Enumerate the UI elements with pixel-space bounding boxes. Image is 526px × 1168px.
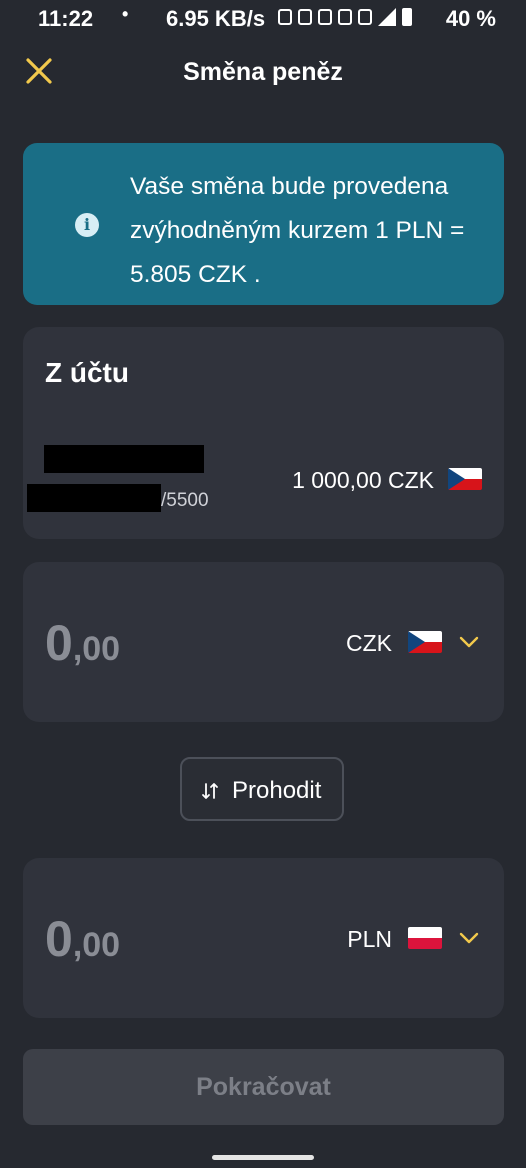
page-title: Směna peněz — [183, 58, 343, 86]
status-network-speed: 6.95 KB/s — [166, 6, 266, 31]
polish-flag-icon[interactable] — [408, 927, 442, 949]
target-amount-int: 0 — [45, 911, 73, 967]
source-amount-int: 0 — [45, 615, 73, 671]
continue-button[interactable]: Pokračovat — [23, 1049, 504, 1125]
home-indicator[interactable] — [212, 1155, 314, 1160]
source-amount-input[interactable]: 0,00 — [45, 614, 120, 672]
redacted-account-name — [44, 445, 204, 473]
swap-button-label: Prohodit — [232, 777, 322, 804]
location-icon — [318, 9, 332, 25]
signal-icon — [378, 8, 396, 26]
chevron-down-icon[interactable] — [458, 928, 480, 948]
5g-icon — [358, 9, 372, 25]
battery-percent: 40 % — [445, 6, 496, 31]
bluetooth-icon — [278, 9, 292, 25]
source-currency-label[interactable]: CZK — [346, 630, 392, 657]
target-amount-input[interactable]: 0,00 — [45, 910, 120, 968]
status-icons — [278, 8, 412, 26]
czech-flag-icon[interactable] — [408, 631, 442, 653]
czech-flag-icon — [448, 468, 482, 490]
nfc-icon — [298, 9, 312, 25]
chevron-down-icon[interactable] — [458, 632, 480, 652]
status-time: 11:22 — [38, 6, 94, 31]
top-bar: Směna peněz — [0, 46, 526, 96]
info-banner-text: Vaše směna bude provedena zvýhodněným ku… — [130, 173, 465, 288]
info-icon: i — [75, 213, 99, 237]
account-bank-code: /5500 — [161, 490, 209, 511]
swap-arrows-icon — [200, 781, 220, 801]
target-amount-dec: ,00 — [72, 926, 121, 964]
redacted-account-number — [27, 484, 161, 512]
status-dot: • — [122, 4, 129, 24]
target-currency-label[interactable]: PLN — [347, 926, 392, 953]
account-balance: 1 000,00 CZK — [292, 467, 434, 493]
target-amount-card: 0,00 PLN — [23, 858, 504, 1018]
from-account-card[interactable]: Z účtu /5500 1 000,00 CZK — [23, 327, 504, 539]
info-banner: i Vaše směna bude provedena zvýhodněným … — [23, 143, 504, 305]
source-amount-card: 0,00 CZK — [23, 562, 504, 722]
swap-button[interactable]: Prohodit — [180, 757, 344, 821]
battery-icon — [402, 8, 412, 26]
status-bar: 11:22 • 6.95 KB/s 40 % — [0, 0, 526, 36]
source-amount-dec: ,00 — [72, 630, 121, 668]
hotspot-icon — [338, 9, 352, 25]
continue-button-label: Pokračovat — [196, 1073, 331, 1101]
from-account-title: Z účtu — [45, 357, 129, 388]
